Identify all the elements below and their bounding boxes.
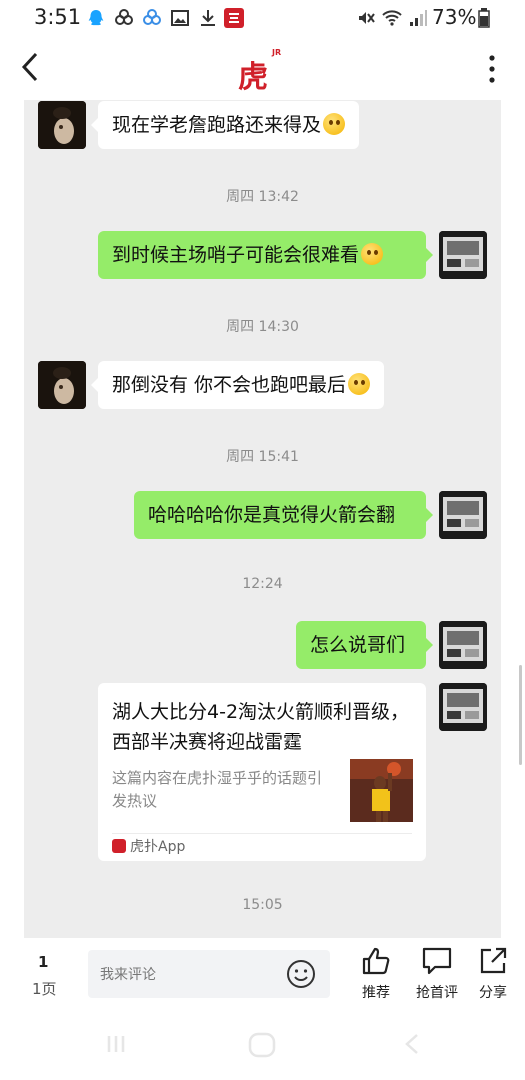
wifi-icon bbox=[382, 10, 402, 26]
battery-icon bbox=[478, 8, 490, 28]
timestamp: 12:24 bbox=[242, 576, 283, 592]
card-description: 这篇内容在虎扑湿乎乎的话题引发热议 bbox=[112, 769, 323, 810]
battery-percent: 73% bbox=[432, 5, 477, 29]
avatar bbox=[439, 621, 487, 669]
chevron-left-icon[interactable] bbox=[16, 50, 46, 84]
share-label: 分享 bbox=[479, 985, 507, 1001]
comment-input[interactable]: 我来评论 bbox=[88, 950, 330, 998]
cloud-link-icon bbox=[143, 9, 161, 25]
card-thumbnail bbox=[350, 759, 413, 822]
page-total[interactable]: 1页 bbox=[32, 978, 57, 999]
timestamp: 周四 13:42 bbox=[226, 189, 299, 205]
message-bubble-out: 怎么说哥们 bbox=[296, 621, 426, 669]
timestamp: 周四 14:30 bbox=[226, 319, 299, 335]
timestamp: 周四 15:41 bbox=[226, 449, 299, 465]
message-bubble-out: 到时候主场哨子可能会很难看 bbox=[98, 231, 426, 279]
logo-sup: JR bbox=[272, 48, 282, 57]
message-bubble-in: 现在学老詹跑路还来得及 bbox=[98, 101, 360, 149]
hupu-app-icon bbox=[112, 839, 126, 853]
first-comment-button[interactable]: 抢首评 bbox=[407, 946, 467, 1006]
message-bubble-out: 哈哈哈哈你是真觉得火箭会翻 bbox=[134, 491, 426, 539]
card-source: 虎扑App bbox=[112, 836, 185, 856]
comment-icon bbox=[422, 947, 452, 975]
recommend-label: 推荐 bbox=[362, 985, 390, 1001]
signal-icon bbox=[410, 10, 427, 26]
system-nav-bar bbox=[0, 1014, 525, 1080]
download-icon bbox=[201, 10, 215, 26]
message-bubble-in: 那倒没有 你不会也跑吧最后 bbox=[98, 361, 385, 409]
recommend-button[interactable]: 推荐 bbox=[346, 946, 406, 1006]
message-text: 怎么说哥们 bbox=[310, 634, 406, 656]
first-comment-label: 抢首评 bbox=[416, 985, 458, 1001]
status-time: 3:51 bbox=[34, 5, 82, 29]
home-icon[interactable] bbox=[248, 1032, 276, 1058]
timestamp: 15:05 bbox=[242, 897, 283, 913]
emoji-icon bbox=[323, 113, 346, 135]
scrollbar[interactable] bbox=[519, 665, 522, 765]
emoji-picker-icon[interactable] bbox=[286, 959, 316, 989]
hupu-logo: 虎扑 JR bbox=[238, 48, 284, 139]
chat-screenshot[interactable]: 现在学老詹跑路还来得及 周四 13:42 到时候主场哨子可能会很难看 周四 14… bbox=[24, 100, 501, 938]
bottom-action-bar: 1 1页 我来评论 推荐 抢首评 分享 bbox=[0, 938, 525, 1014]
page-current[interactable]: 1 bbox=[38, 953, 48, 971]
hupu-app-icon bbox=[224, 8, 244, 28]
mute-icon bbox=[359, 12, 375, 24]
image-icon bbox=[171, 10, 189, 26]
share-button[interactable]: 分享 bbox=[463, 946, 523, 1006]
avatar bbox=[439, 231, 487, 279]
message-text: 哈哈哈哈你是真觉得火箭会翻 bbox=[148, 504, 396, 526]
avatar bbox=[439, 683, 487, 731]
shared-link-card[interactable]: 湖人大比分4-2淘汰火箭顺利晋级，西部半决赛将迎战雷霆 这篇内容在虎扑湿乎乎的话… bbox=[98, 683, 426, 861]
emoji-icon bbox=[361, 243, 384, 265]
more-vertical-icon[interactable] bbox=[486, 52, 498, 86]
divider bbox=[112, 833, 412, 834]
comment-placeholder: 我来评论 bbox=[100, 967, 156, 983]
cloud-link-icon bbox=[115, 9, 133, 25]
back-nav-icon[interactable] bbox=[402, 1032, 422, 1056]
card-source-label: 虎扑App bbox=[130, 839, 186, 855]
thumbs-up-icon bbox=[362, 947, 390, 975]
message-text: 那倒没有 你不会也跑吧最后 bbox=[112, 374, 347, 396]
card-title: 湖人大比分4-2淘汰火箭顺利晋级，西部半决赛将迎战雷霆 bbox=[112, 701, 410, 753]
share-icon bbox=[480, 947, 507, 974]
recent-apps-icon[interactable] bbox=[104, 1032, 128, 1056]
avatar bbox=[439, 491, 487, 539]
message-text: 到时候主场哨子可能会很难看 bbox=[112, 244, 360, 266]
message-text: 现在学老詹跑路还来得及 bbox=[112, 114, 322, 136]
emoji-icon bbox=[348, 373, 371, 395]
avatar bbox=[38, 361, 86, 409]
status-bar: 3:51 73% bbox=[0, 0, 525, 36]
avatar bbox=[38, 101, 86, 149]
app-header: 虎扑 JR bbox=[0, 36, 525, 139]
qq-icon bbox=[88, 10, 104, 26]
